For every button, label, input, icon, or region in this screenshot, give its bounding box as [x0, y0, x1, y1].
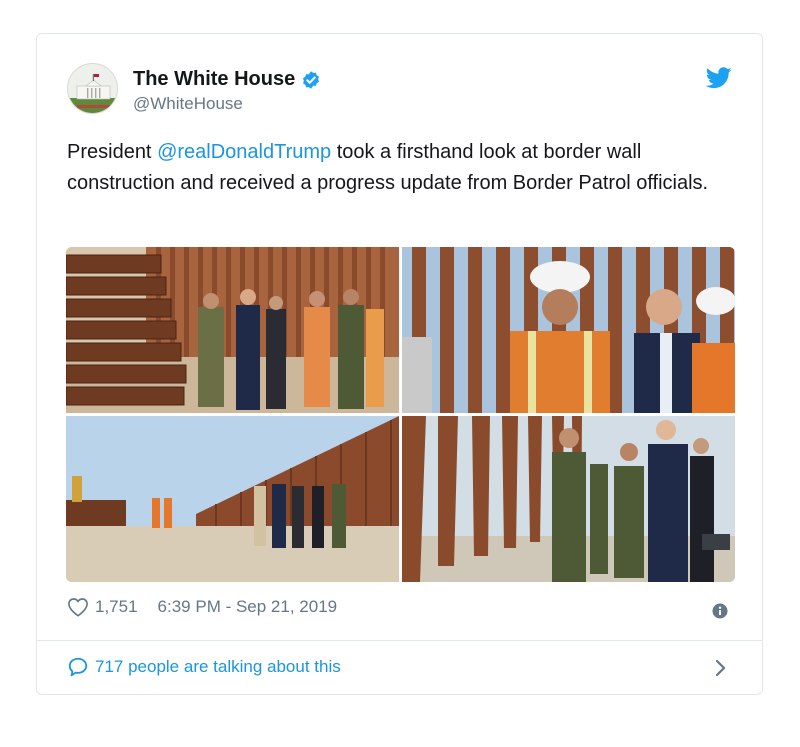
- like-count[interactable]: 1,751: [95, 597, 138, 617]
- conversation-link[interactable]: 717 people are talking about this: [67, 656, 341, 678]
- photo-4[interactable]: [402, 416, 735, 582]
- photo-3[interactable]: [66, 416, 399, 582]
- tweet-text-before: President: [67, 141, 158, 163]
- tweet-meta: 1,751 6:39 PM - Sep 21, 2019: [67, 597, 337, 617]
- divider: [37, 640, 762, 641]
- account-name[interactable]: The White House: [133, 68, 295, 91]
- account-header: The White House: [133, 68, 321, 91]
- talking-count-text: 717 people are talking about this: [95, 657, 341, 676]
- tweet-embed-card[interactable]: The White House @WhiteHouse President @r…: [36, 33, 763, 695]
- photo-2[interactable]: [402, 247, 735, 413]
- twitter-bird-icon[interactable]: [705, 67, 732, 89]
- photo-1[interactable]: [66, 247, 399, 413]
- mention-link[interactable]: @realDonaldTrump: [157, 141, 331, 163]
- account-handle[interactable]: @WhiteHouse: [133, 94, 243, 114]
- timestamp[interactable]: 6:39 PM - Sep 21, 2019: [158, 597, 338, 617]
- speech-bubble-icon: [67, 656, 89, 678]
- avatar[interactable]: [67, 63, 118, 114]
- chevron-right-icon[interactable]: [714, 658, 728, 678]
- verified-badge-icon: [301, 70, 321, 90]
- info-icon[interactable]: [712, 603, 728, 619]
- tweet-text: President @realDonaldTrump took a firsth…: [67, 137, 727, 199]
- photo-grid: [66, 247, 735, 582]
- heart-icon[interactable]: [67, 597, 89, 617]
